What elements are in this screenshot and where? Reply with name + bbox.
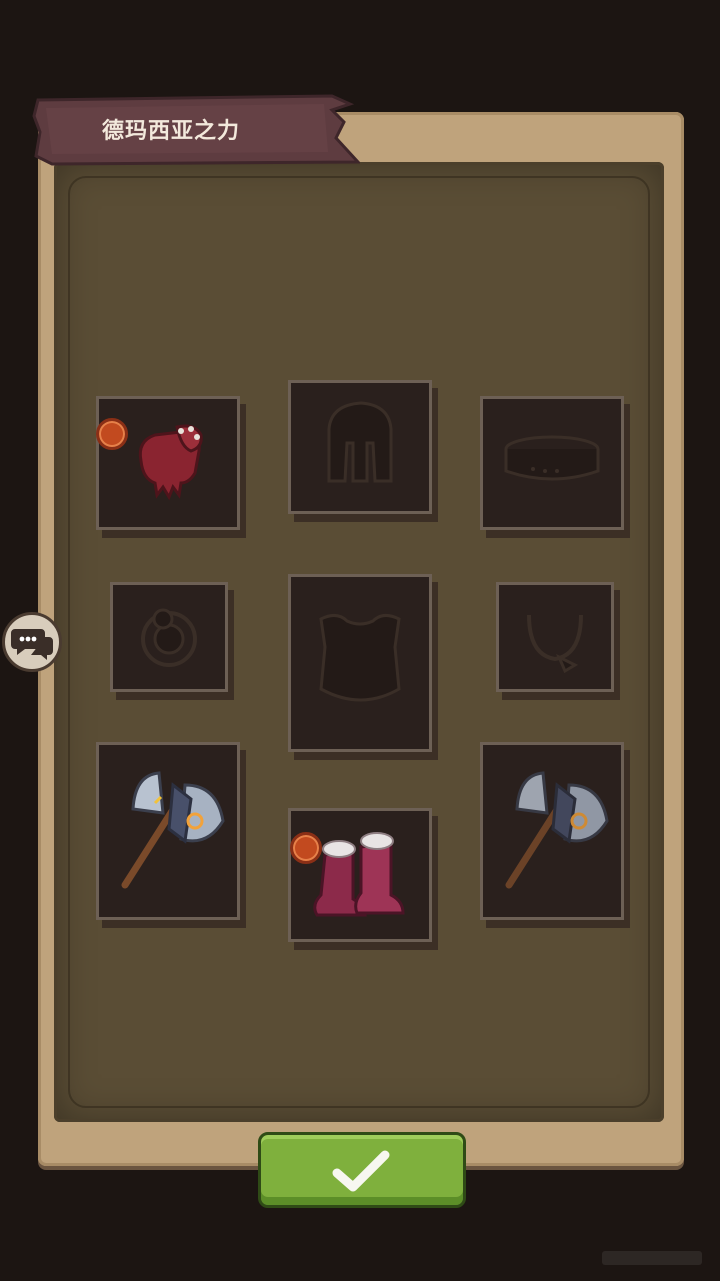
confirm-button[interactable] (258, 1132, 466, 1208)
page-title: 德玛西亚之力 (102, 119, 241, 144)
battle-axe-icon (505, 771, 609, 889)
slot-main-hand[interactable] (96, 742, 240, 920)
belt-silhouette-icon (504, 435, 600, 481)
amulet-silhouette-icon (527, 614, 583, 674)
checkmark-icon (332, 1150, 390, 1192)
battle-axe-icon (121, 771, 225, 889)
watermark (602, 1251, 702, 1265)
chat-button[interactable] (2, 612, 62, 672)
chat-bubbles-icon (11, 629, 53, 660)
red-boots-icon (313, 832, 405, 917)
slot-off-hand[interactable] (480, 742, 624, 920)
new-item-badge (96, 418, 128, 450)
ring-silhouette-icon (141, 608, 197, 667)
slot-amulet[interactable] (496, 582, 614, 692)
slot-chest[interactable] (288, 574, 432, 752)
red-gauntlet-icon (138, 424, 203, 501)
new-item-badge (290, 832, 322, 864)
slot-ring[interactable] (110, 582, 228, 692)
slot-belt[interactable] (480, 396, 624, 530)
slot-boots[interactable] (288, 808, 432, 942)
slot-gloves[interactable] (96, 396, 240, 530)
chest-armor-silhouette-icon (319, 614, 401, 702)
slot-helmet[interactable] (288, 380, 432, 514)
helmet-silhouette-icon (327, 401, 393, 483)
